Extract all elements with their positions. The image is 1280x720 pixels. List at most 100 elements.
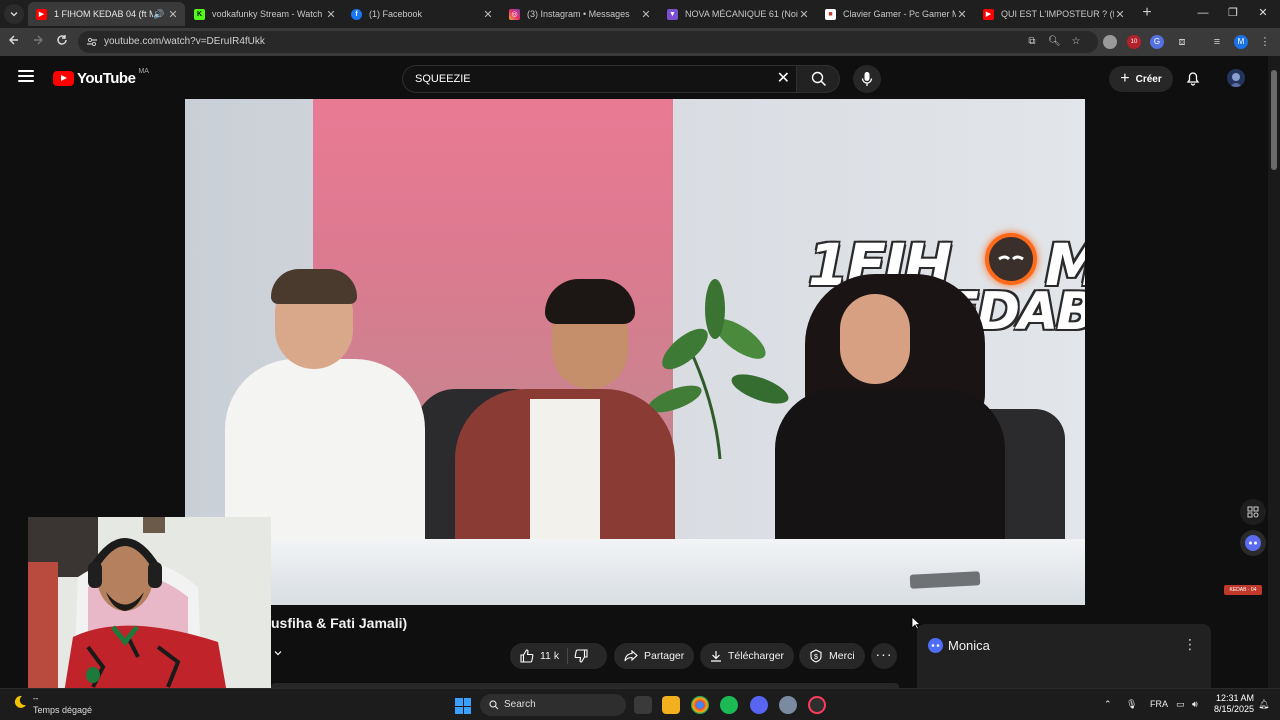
mouse-cursor-icon (911, 616, 921, 630)
address-bar[interactable]: youtube.com/watch?v=DEruIR4fUkk ⧉ 🔍︎ ☆ (78, 31, 1098, 53)
chrome-icon[interactable] (691, 696, 709, 714)
tray-language[interactable]: FRA (1150, 699, 1168, 709)
webcam-streamer-image (28, 517, 271, 699)
app-red-ring-icon[interactable] (808, 696, 826, 714)
monica-assistant-icon[interactable] (1240, 530, 1266, 556)
tab-title: NOVA MÉCANIQUE 61 (Noir) - (685, 9, 798, 19)
extension-adblock-icon[interactable]: 10 (1127, 35, 1141, 49)
forward-button[interactable] (30, 34, 46, 50)
task-view-icon[interactable] (634, 696, 652, 714)
tab-search-button[interactable] (4, 4, 24, 24)
youtube-logo[interactable]: YouTube MA (53, 68, 149, 87)
dislike-thumb-down-icon[interactable] (574, 649, 588, 663)
thanks-button[interactable]: $ Merci (799, 643, 865, 669)
spotify-icon[interactable] (720, 696, 738, 714)
tab-facebook[interactable]: f (1) Facebook ✕ (343, 2, 500, 26)
tab-youtube-fihom-kedab[interactable]: ▶ 1 FIHOM KEDAB 04 (ft Mon 🔊 ✕ (28, 2, 185, 26)
extension-translate-icon[interactable]: G (1150, 35, 1164, 49)
search-button[interactable] (796, 65, 840, 93)
weather-widget[interactable]: -- Temps dégagé (12, 694, 92, 715)
chevron-down-icon (10, 12, 18, 17)
share-label: Partager (644, 650, 685, 662)
side-floating-toolbox-icon[interactable] (1240, 499, 1266, 525)
tab-title: (1) Facebook (369, 9, 423, 19)
close-window-button[interactable]: ✕ (1248, 4, 1278, 22)
taskbar-search[interactable]: Search (480, 694, 626, 716)
tab-close-icon[interactable]: ✕ (798, 8, 810, 21)
voice-search-button[interactable] (853, 65, 881, 93)
account-avatar[interactable] (1227, 69, 1245, 87)
youtube-favicon-icon: ▶ (36, 8, 47, 20)
minimize-button[interactable]: — (1188, 4, 1218, 22)
monica-panel[interactable]: Monica ⋮ (917, 624, 1211, 690)
tab-kick-stream[interactable]: K vodkafunky Stream - Watch Liv ✕ (186, 2, 343, 26)
zoom-icon[interactable]: 🔍︎ (1048, 36, 1061, 48)
extensions-puzzle-icon[interactable]: ⧈ (1175, 35, 1189, 49)
browser-toolbar: youtube.com/watch?v=DEruIR4fUkk ⧉ 🔍︎ ☆ 1… (0, 28, 1280, 56)
back-button[interactable] (6, 34, 22, 50)
url-text[interactable]: youtube.com/watch?v=DEruIR4fUkk (104, 36, 265, 47)
tab-title: vodkafunky Stream - Watch Liv (212, 9, 325, 19)
settings-gear-icon[interactable] (779, 696, 797, 714)
tab-youtube-imposteur[interactable]: ▶ QUI EST L'IMPOSTEUR ? (ft Eric ✕ (975, 2, 1132, 26)
tab-clavier-gamer[interactable]: ■ Clavier Gamer - Pc Gamer Mar ✕ (817, 2, 974, 26)
tab-close-icon[interactable]: ✕ (1114, 8, 1126, 21)
clear-search-icon[interactable]: ✕ (777, 70, 790, 88)
speaker-icon[interactable]: 🔊 (153, 9, 167, 20)
bookmark-star-icon[interactable]: ☆ (1070, 36, 1082, 48)
tab-title: 1 FIHOM KEDAB 04 (ft Mon (54, 9, 153, 19)
youtube-play-icon (53, 71, 74, 86)
start-button-windows-icon[interactable] (455, 698, 471, 714)
shop-favicon-icon: ■ (825, 8, 836, 20)
eyes-icon (998, 255, 1024, 261)
logo-wordmark: YouTube (77, 70, 136, 87)
tab-instagram[interactable]: ◎ (3) Instagram • Messages ✕ (501, 2, 658, 26)
new-tab-button[interactable]: + (1137, 4, 1157, 24)
tray-microphone-icon[interactable]: 🎙︎ (1126, 699, 1137, 710)
download-button[interactable]: Télécharger (700, 643, 794, 669)
tab-close-icon[interactable]: ✕ (956, 8, 968, 21)
tab-close-icon[interactable]: ✕ (482, 8, 494, 21)
tray-network-icon[interactable]: ▭ (1176, 699, 1185, 710)
search-query-text[interactable]: SQUEEZIE (415, 73, 471, 85)
arrow-left-icon (9, 35, 18, 45)
plus-icon: + (1120, 70, 1130, 87)
tray-volume-icon[interactable]: 🔊︎ (1192, 699, 1198, 710)
notifications-bell-icon[interactable] (1185, 70, 1201, 86)
discord-icon[interactable] (750, 696, 768, 714)
clock-time: 12:31 AM (1215, 693, 1254, 703)
notifications-icon[interactable]: 🔔︎ (1258, 699, 1269, 710)
like-count[interactable]: 11 k (540, 650, 559, 662)
maximize-button[interactable]: ❐ (1218, 4, 1248, 22)
share-button[interactable]: Partager (614, 643, 694, 669)
video-player[interactable]: 1FIH M KEDAB! (185, 99, 1085, 605)
scrollbar-thumb[interactable] (1271, 70, 1277, 170)
install-app-icon[interactable]: ⧉ (1026, 36, 1038, 48)
reading-list-icon[interactable]: ≡ (1210, 35, 1224, 49)
tab-close-icon[interactable]: ✕ (167, 8, 179, 21)
create-label: Créer (1135, 73, 1162, 85)
search-input[interactable]: SQUEEZIE ✕ (402, 65, 796, 93)
subscribe-menu-chevron-icon[interactable] (268, 644, 288, 668)
more-actions-button[interactable]: ··· (871, 643, 897, 669)
video-title: usfiha & Fati Jamali) (271, 615, 408, 631)
tray-chevron-up-icon[interactable]: ⌃ (1104, 699, 1112, 710)
system-clock[interactable]: 12:31 AM 8/15/2025 (1210, 693, 1254, 715)
show-logo-ring (985, 233, 1037, 285)
file-explorer-icon[interactable] (662, 696, 680, 714)
tab-close-icon[interactable]: ✕ (325, 8, 337, 21)
create-button[interactable]: + Créer (1109, 66, 1173, 92)
tab-close-icon[interactable]: ✕ (640, 8, 652, 21)
like-divider (567, 648, 569, 664)
tab-nova-mecanique[interactable]: ▼ NOVA MÉCANIQUE 61 (Noir) - ✕ (659, 2, 816, 26)
monica-menu-icon[interactable]: ⋮ (1183, 636, 1197, 653)
browser-menu-icon[interactable]: ⋮ (1258, 35, 1272, 49)
like-thumb-up-icon[interactable] (520, 649, 534, 663)
guide-menu-icon[interactable] (18, 70, 34, 82)
reload-button[interactable] (54, 34, 70, 50)
extension-grey-icon[interactable] (1103, 35, 1117, 49)
profile-avatar-icon[interactable]: M (1234, 35, 1248, 49)
nova-favicon-icon: ▼ (667, 8, 678, 20)
site-info-icon[interactable] (86, 36, 98, 48)
country-code: MA (138, 68, 149, 75)
